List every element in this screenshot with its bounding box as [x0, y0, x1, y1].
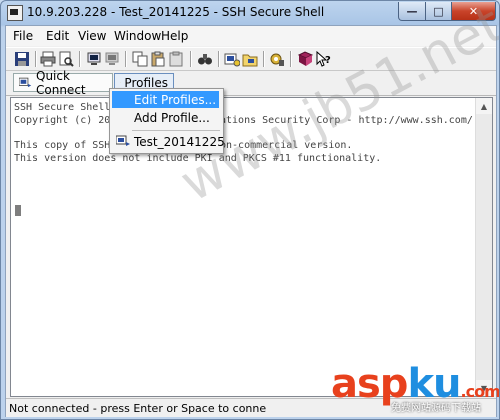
- title-bar[interactable]: 10.9.203.228 - Test_20141225 - SSH Secur…: [1, 1, 499, 23]
- terminal-line: ations Security Corp - http://www.ssh.co…: [220, 115, 473, 126]
- window-title: 10.9.203.228 - Test_20141225 - SSH Secur…: [27, 5, 325, 19]
- minimize-icon: —: [406, 4, 418, 18]
- menu-separator: [132, 130, 220, 131]
- toolbar-separator: [79, 51, 81, 67]
- edit-profiles-label: Edit Profiles...: [134, 93, 217, 107]
- menu-view[interactable]: View: [78, 29, 106, 43]
- logo-subtitle: 免费网站源码下载站: [391, 403, 481, 414]
- client-area: File Edit View Window Help ? Quick Conne…: [5, 25, 497, 417]
- menu-edit[interactable]: Edit: [46, 29, 69, 43]
- menu-file[interactable]: File: [13, 29, 33, 43]
- close-button[interactable]: ✕: [451, 2, 496, 21]
- find-icon[interactable]: [197, 51, 213, 67]
- minimize-button[interactable]: —: [398, 2, 426, 21]
- menu-bar: File Edit View Window Help: [6, 26, 496, 46]
- copy-icon[interactable]: [132, 51, 148, 67]
- toolbar-separator: [218, 51, 220, 67]
- quick-connect-bar: Quick Connect Profiles: [6, 69, 496, 97]
- add-profile-label: Add Profile...: [134, 111, 210, 125]
- terminal-cursor: [15, 205, 21, 216]
- scroll-up-icon[interactable]: ▲: [476, 98, 492, 114]
- terminal-output[interactable]: SSH Secure Shell Copyright (c) 200 ation…: [10, 97, 493, 397]
- print-preview-icon[interactable]: [58, 51, 74, 67]
- save-icon[interactable]: [14, 51, 30, 67]
- terminal-line: on-commercial version.: [220, 140, 353, 151]
- profile-folder-icon[interactable]: [242, 51, 258, 67]
- close-icon: ✕: [468, 4, 479, 18]
- print-icon[interactable]: [40, 51, 56, 67]
- quick-connect-icon: [19, 77, 32, 87]
- help-book-icon[interactable]: [297, 51, 313, 67]
- menu-item-profile-test[interactable]: Test_20141225: [112, 133, 225, 150]
- toolbar-separator: [125, 51, 127, 67]
- svg-text:?: ?: [325, 55, 331, 66]
- maximize-button[interactable]: □: [425, 2, 452, 21]
- toolbar-separator: [290, 51, 292, 67]
- paste-icon[interactable]: [150, 51, 166, 67]
- menu-item-add-profile[interactable]: Add Profile...: [112, 109, 219, 126]
- connect-icon[interactable]: [86, 51, 102, 67]
- quick-connect-label: Quick Connect: [36, 68, 86, 97]
- terminal-line: This copy of SSH: [14, 140, 111, 151]
- terminal-line: SSH Secure Shell: [14, 102, 111, 113]
- disconnect-icon[interactable]: [104, 51, 120, 67]
- quick-connect-button[interactable]: Quick Connect: [13, 69, 113, 97]
- menu-window[interactable]: Window: [114, 29, 161, 43]
- terminal-line: This version does not include PKI and PK…: [14, 153, 382, 164]
- context-help-icon[interactable]: ?: [315, 51, 331, 67]
- toolbar: ?: [6, 47, 496, 71]
- maximize-icon: □: [433, 4, 444, 18]
- profile-test-label: Test_20141225: [134, 135, 225, 149]
- status-text: Not connected - press Enter or Space to …: [9, 402, 267, 415]
- settings-gear-icon[interactable]: [269, 51, 285, 67]
- toolbar-separator: [35, 51, 37, 67]
- ssh-window: 10.9.203.228 - Test_20141225 - SSH Secur…: [0, 0, 500, 420]
- terminal-line: Copyright (c) 200: [14, 115, 117, 126]
- clipboard-icon[interactable]: [168, 51, 184, 67]
- profile-settings-icon[interactable]: [224, 51, 240, 67]
- profiles-dropdown: Edit Profiles... Add Profile... Test_201…: [109, 88, 225, 154]
- vertical-scrollbar[interactable]: ▲ ▼: [475, 98, 492, 396]
- menu-help[interactable]: Help: [161, 29, 188, 43]
- app-terminal-icon: [7, 5, 23, 21]
- menu-item-edit-profiles[interactable]: Edit Profiles...: [112, 91, 219, 108]
- toolbar-separator: [263, 51, 265, 67]
- profile-terminal-icon: [116, 135, 130, 146]
- toolbar-separator: [190, 51, 192, 67]
